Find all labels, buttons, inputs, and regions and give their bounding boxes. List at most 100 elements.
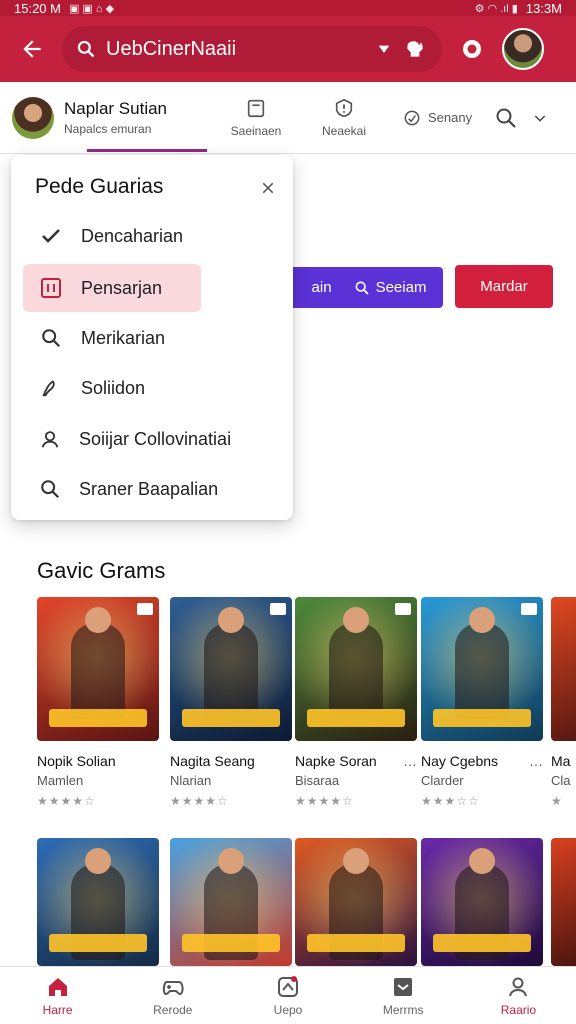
game-card[interactable]: Nagita Seang Nlarian ★★★★☆ [170,597,292,808]
nav-item-raario[interactable]: Raario [461,967,576,1024]
search-icon [39,477,61,501]
inbox-icon [394,977,413,996]
game-title: Nagita Seang [170,753,255,769]
game-subtitle: Mamlen [37,773,84,788]
menu-item-pensarjan[interactable]: Pensarjan [23,264,201,312]
game-card[interactable]: Napke Soran … Bisaraa ★★★★☆ [295,597,417,808]
game-subtitle: Nlarian [170,773,212,788]
game-card[interactable] [551,838,576,966]
game-poster [421,838,543,966]
nav-label: Harre [42,1002,73,1017]
tab-saeinaen[interactable]: Saeinaen [212,97,300,138]
game-title: Nopik Solian [37,753,116,769]
active-tab-indicator [87,148,207,152]
menu-item-label: Pensarjan [81,277,163,298]
game-poster [551,838,576,966]
status-time-left: 15:20 M [14,0,61,16]
nav-label: Merrms [382,1002,424,1017]
red-button-label: Mardar [480,278,528,295]
alert-icon [335,98,353,118]
red-action-button[interactable]: Mardar [455,265,553,308]
section-title: Gavic Grams [37,558,166,583]
game-card[interactable]: Nopik Solian Mamlen ★★★★☆ [37,597,159,808]
record-button[interactable] [452,29,492,69]
more-options-icon[interactable]: … [529,753,543,769]
pen-icon [39,376,63,400]
arrow-left-icon [23,40,41,58]
tab-senany[interactable]: Senany [402,108,472,128]
game-subtitle: Cla [551,773,571,788]
game-title: Napke Soran [295,753,377,769]
nav-item-uepo[interactable]: Uepo [230,967,345,1024]
chevron-down-icon[interactable] [532,110,548,126]
game-poster [551,597,576,741]
star-rating: ★★★☆☆ [421,794,480,808]
menu-item-label: Merikarian [81,327,166,348]
game-card[interactable]: Nay Cgebns … Clarder ★★★☆☆ [421,597,543,808]
game-card[interactable] [170,838,292,966]
game-card[interactable]: Ma Cla ★ [551,597,576,808]
profile-icon [509,977,528,996]
nav-label: Rerode [153,1002,193,1017]
purple-action-button[interactable]: ain Seeiam [275,267,443,308]
menu-item-soiijar[interactable]: Soiijar Collovinatiai [23,415,231,463]
dropdown-menu: Pede Guarias Dencaharian Pensarjan Merik… [11,155,293,520]
game-poster [170,597,292,741]
star-rating: ★★★★☆ [295,794,354,808]
star-rating: ★★★★☆ [37,794,96,808]
tab-neaekai[interactable]: Neaekai [300,97,388,138]
menu-item-label: Soliidon [81,377,146,398]
nav-item-merrms[interactable]: Merrms [346,967,461,1024]
game-poster [295,838,417,966]
home-icon [48,977,67,996]
game-subtitle: Bisaraa [295,773,340,788]
nav-item-rerode[interactable]: Rerode [115,967,230,1024]
tab-label: Senany [428,110,473,125]
user-avatar[interactable] [502,28,544,70]
game-title: Ma [551,753,571,769]
tab-label: Neaekai [321,124,367,138]
search-icon [355,281,369,295]
check-icon [39,224,63,248]
notification-icons: ▣ ▣ ⌂ ◆ [68,2,115,15]
close-button[interactable] [257,177,279,199]
search-bar[interactable]: UebCinerNaaii [62,26,442,72]
game-poster [421,597,543,741]
game-poster [295,597,417,741]
star-rating: ★ [551,794,563,808]
add-filter-icon[interactable] [402,36,428,62]
chevron-down-icon[interactable] [376,41,392,57]
grid-icon [39,276,63,300]
menu-item-label: Dencaharian [81,225,184,246]
menu-item-sraner[interactable]: Sraner Baapalian [23,465,218,513]
profile-name: Naplar Sutian [64,99,168,118]
nav-label: Uepo [273,1002,303,1017]
more-options-icon[interactable]: … [403,753,417,769]
game-card[interactable] [421,838,543,966]
game-card[interactable] [37,838,159,966]
nav-item-home[interactable]: Harre [0,967,115,1024]
close-icon [262,182,274,194]
bottom-navigation: Harre Rerode Uepo Merrms Raario [0,966,576,1024]
search-icon[interactable] [494,106,518,130]
menu-item-merikarian[interactable]: Merikarian [23,314,201,362]
search-icon [77,40,95,58]
back-button[interactable] [12,29,52,69]
person-icon [39,427,61,451]
game-title: Nay Cgebns [421,753,499,769]
search-query[interactable]: UebCinerNaaii [106,38,366,61]
game-poster [170,838,292,966]
profile-avatar [12,96,54,139]
status-time-right: 13:3M [525,0,562,16]
nav-label: Raario [500,1002,537,1017]
purple-button-left-label: ain [311,279,332,296]
menu-item-label: Soiijar Collovinatiai [79,428,232,449]
profile-tab[interactable]: Naplar Sutian Napalcs emuran [12,82,212,154]
menu-item-label: Sraner Baapalian [79,478,219,499]
status-bar: 15:20 M ▣ ▣ ⌂ ◆ ⚙ ◠ .ıl ▮ 13:3M [0,0,576,16]
game-card[interactable] [295,838,417,966]
menu-item-soliidon[interactable]: Soliidon [23,364,201,412]
signal-icons: ⚙ ◠ .ıl ▮ [474,2,518,15]
menu-item-dencaharian[interactable]: Dencaharian [23,212,201,260]
game-poster [37,838,159,966]
